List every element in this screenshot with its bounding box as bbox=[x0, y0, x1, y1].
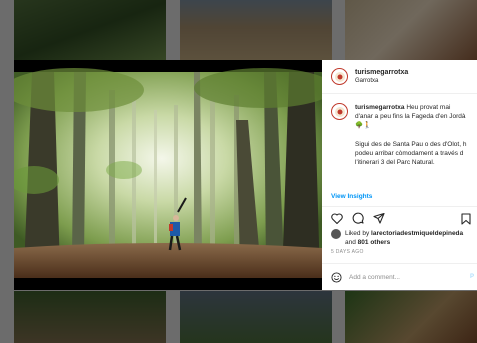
smiley-icon[interactable] bbox=[331, 271, 342, 283]
caption-text: turismegarrotxa Heu provat mai d'anar a … bbox=[355, 103, 468, 176]
caption-para2-line2: podeu arribar còmodament a través d bbox=[355, 150, 464, 157]
post-photo[interactable] bbox=[14, 60, 322, 290]
paper-plane-icon[interactable] bbox=[373, 212, 385, 224]
forest-photo-illustration bbox=[14, 60, 322, 290]
caption-para2-line1: Sigui des de Santa Pau o des d'Olot, h bbox=[355, 141, 467, 148]
comment-icon[interactable] bbox=[352, 212, 364, 224]
post-username[interactable]: turismegarrotxa bbox=[355, 68, 408, 77]
profile-logo-icon bbox=[334, 71, 345, 82]
post-actions bbox=[322, 206, 477, 229]
caption-username[interactable]: turismegarrotxa bbox=[355, 104, 405, 111]
caption-emoji: 🌳🚶 bbox=[355, 122, 372, 129]
comment-input[interactable]: Add a comment... bbox=[349, 274, 400, 281]
post-comment-button[interactable]: P bbox=[470, 274, 474, 280]
caption-avatar[interactable] bbox=[331, 103, 348, 120]
post-side-panel: turismegarrotxa Garrotxa turismegarrotxa… bbox=[322, 60, 477, 290]
post-header: turismegarrotxa Garrotxa bbox=[322, 60, 477, 94]
liked-by-user[interactable]: larectoriadestmiqueldepineda bbox=[371, 230, 463, 237]
profile-avatar[interactable] bbox=[331, 68, 348, 85]
heart-icon[interactable] bbox=[331, 212, 343, 224]
caption-line2: d'anar a peu fins la Fageda d'en Jordà bbox=[355, 113, 466, 120]
profile-logo-icon bbox=[334, 106, 345, 117]
post-modal: turismegarrotxa Garrotxa turismegarrotxa… bbox=[14, 60, 477, 290]
bookmark-icon[interactable] bbox=[461, 213, 471, 225]
caption-line1: Heu provat mai bbox=[406, 104, 451, 111]
liked-by-others[interactable]: 801 others bbox=[358, 239, 391, 246]
view-insights-link[interactable]: View Insights bbox=[322, 193, 477, 200]
caption-para2-line3: l'itinerari 3 del Parc Natural. bbox=[355, 159, 435, 166]
caption-area: turismegarrotxa Heu provat mai d'anar a … bbox=[322, 94, 477, 189]
liked-by-prefix: Liked by bbox=[345, 230, 370, 237]
liked-by-and: and bbox=[345, 239, 356, 246]
liker-avatar[interactable] bbox=[331, 229, 341, 239]
likes-summary: Liked by larectoriadestmiqueldepineda an… bbox=[322, 229, 477, 247]
post-location[interactable]: Garrotxa bbox=[355, 77, 408, 86]
comment-box: Add a comment... P bbox=[322, 263, 477, 290]
post-time-ago[interactable]: 5 DAYS AGO bbox=[322, 247, 477, 255]
